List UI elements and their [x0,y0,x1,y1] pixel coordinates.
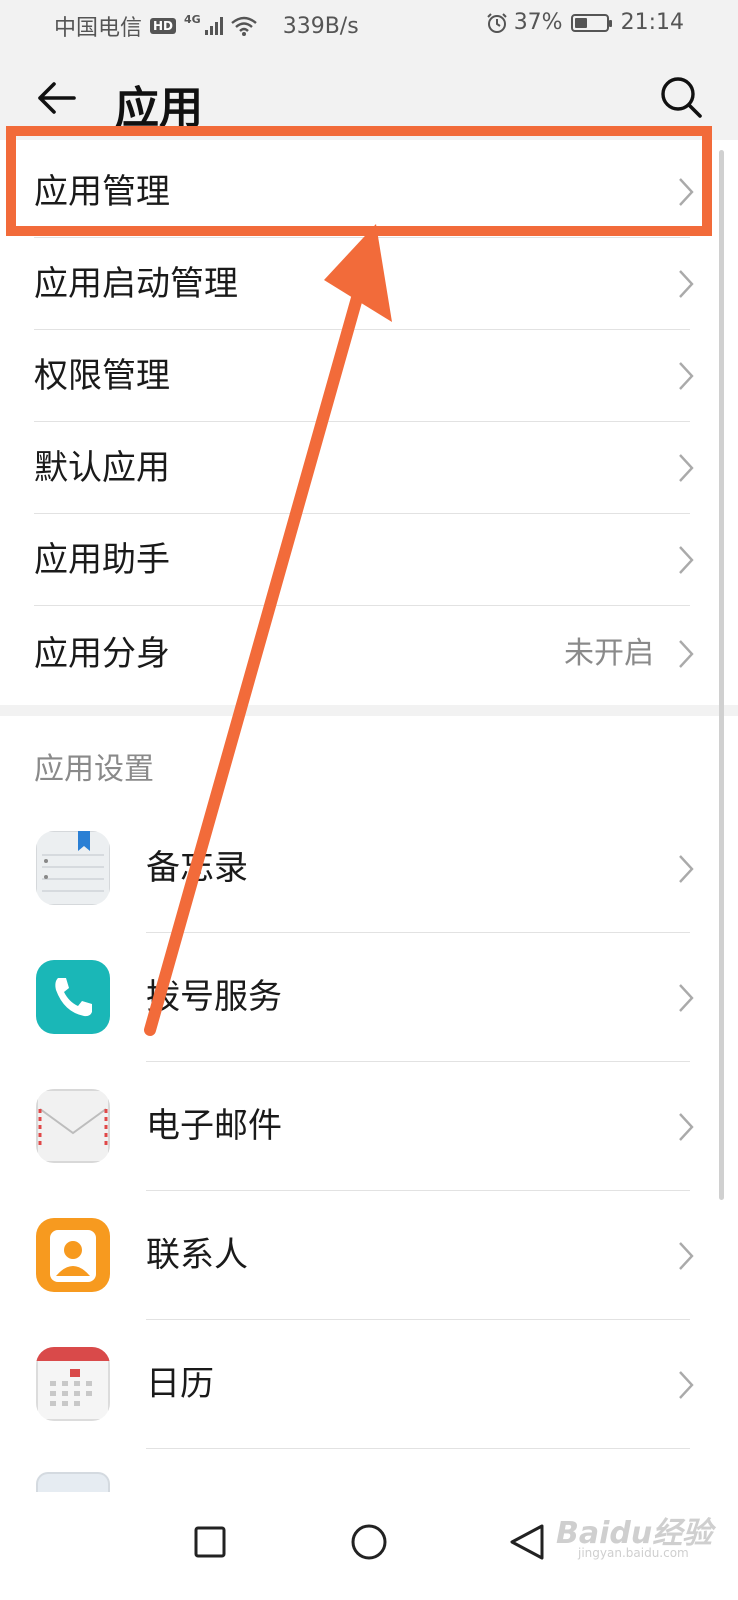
chevron-right-icon [679,454,694,482]
phone-icon [36,960,110,1034]
app-twin-status: 未开启 [564,636,654,671]
app-settings-section: 应用设置 备忘录 拨号服务 电子邮件 联系人 日历 [0,716,738,1492]
baidu-watermark-url: jingyan.baidu.com [578,1546,689,1560]
app-item-notepad[interactable]: 备忘录 [0,804,738,933]
network-type: 4G [184,12,201,26]
chevron-right-icon [679,1113,694,1141]
menu-item-app-assistant[interactable]: 应用助手 [0,514,738,606]
hd-badge: HD [150,18,177,34]
app-item-label: 日历 [146,1364,214,1404]
chevron-right-icon [679,984,694,1012]
chevron-right-icon [679,1371,694,1399]
signal-icon [204,17,223,35]
menu-item-label: 权限管理 [34,356,170,396]
menu-item-label: 应用助手 [34,540,170,580]
clock: 21:14 [620,10,684,35]
app-item-email[interactable]: 电子邮件 [0,1062,738,1191]
chevron-right-icon [679,362,694,390]
chevron-right-icon [679,270,694,298]
calendar-icon [36,1347,110,1421]
app-item-phone[interactable]: 拨号服务 [0,933,738,1062]
section-title: 应用设置 [34,752,154,787]
battery-icon [570,13,612,32]
battery-percent: 37% [513,10,563,35]
menu-item-app-twin[interactable]: 应用分身 未开启 [0,608,738,700]
app-item-label: 联系人 [146,1235,248,1275]
app-item-label: 电子邮件 [146,1106,282,1146]
wifi-icon [230,16,257,36]
notepad-icon [36,831,110,905]
menu-item-startup-management[interactable]: 应用启动管理 [0,238,738,330]
divider [34,605,690,606]
app-item-label: 备忘录 [146,848,248,888]
menu-item-label: 应用启动管理 [34,264,238,304]
back-triangle-icon[interactable] [498,1512,558,1572]
status-bar-right: 37% 21:14 [486,10,684,35]
menu-item-default-apps[interactable]: 默认应用 [0,422,738,514]
app-item-partial[interactable] [36,1472,110,1492]
menu-item-label: 默认应用 [34,448,170,488]
annotation-highlight-box [6,126,712,236]
chevron-right-icon [679,546,694,574]
home-icon[interactable] [339,1512,399,1572]
back-arrow-icon[interactable] [34,76,78,120]
chevron-right-icon [679,855,694,883]
scrollbar[interactable] [719,150,724,1200]
carrier-name: 中国电信 [54,16,143,41]
network-speed: 339B/s [282,13,359,39]
app-item-label: 拨号服务 [146,977,282,1017]
app-item-contacts[interactable]: 联系人 [0,1191,738,1320]
status-bar: 中国电信 HD 4G 339B/s 37% 21:14 [0,0,738,50]
chevron-right-icon [679,640,694,668]
contacts-icon [36,1218,110,1292]
search-icon[interactable] [658,74,704,120]
menu-item-permission-management[interactable]: 权限管理 [0,330,738,422]
status-bar-left: 中国电信 HD 4G 339B/s [54,10,359,42]
recent-apps-icon[interactable] [180,1512,240,1572]
menu-item-label: 应用分身 [34,634,170,674]
divider [146,1448,690,1449]
chevron-right-icon [679,1242,694,1270]
alarm-icon [486,12,507,33]
app-item-calendar[interactable]: 日历 [0,1320,738,1449]
email-icon [36,1089,110,1163]
